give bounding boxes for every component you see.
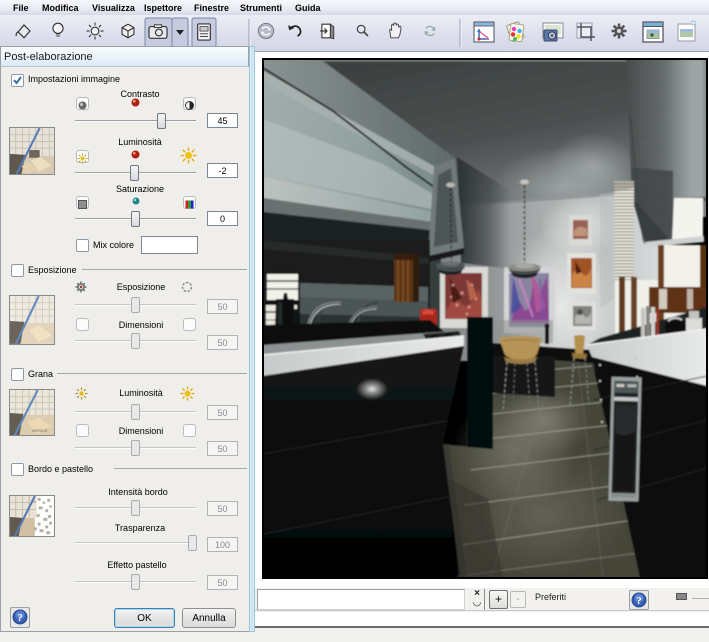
svg-text:version: version [32, 428, 48, 434]
svg-text:?: ? [636, 595, 642, 607]
svg-text:?: ? [17, 612, 23, 624]
